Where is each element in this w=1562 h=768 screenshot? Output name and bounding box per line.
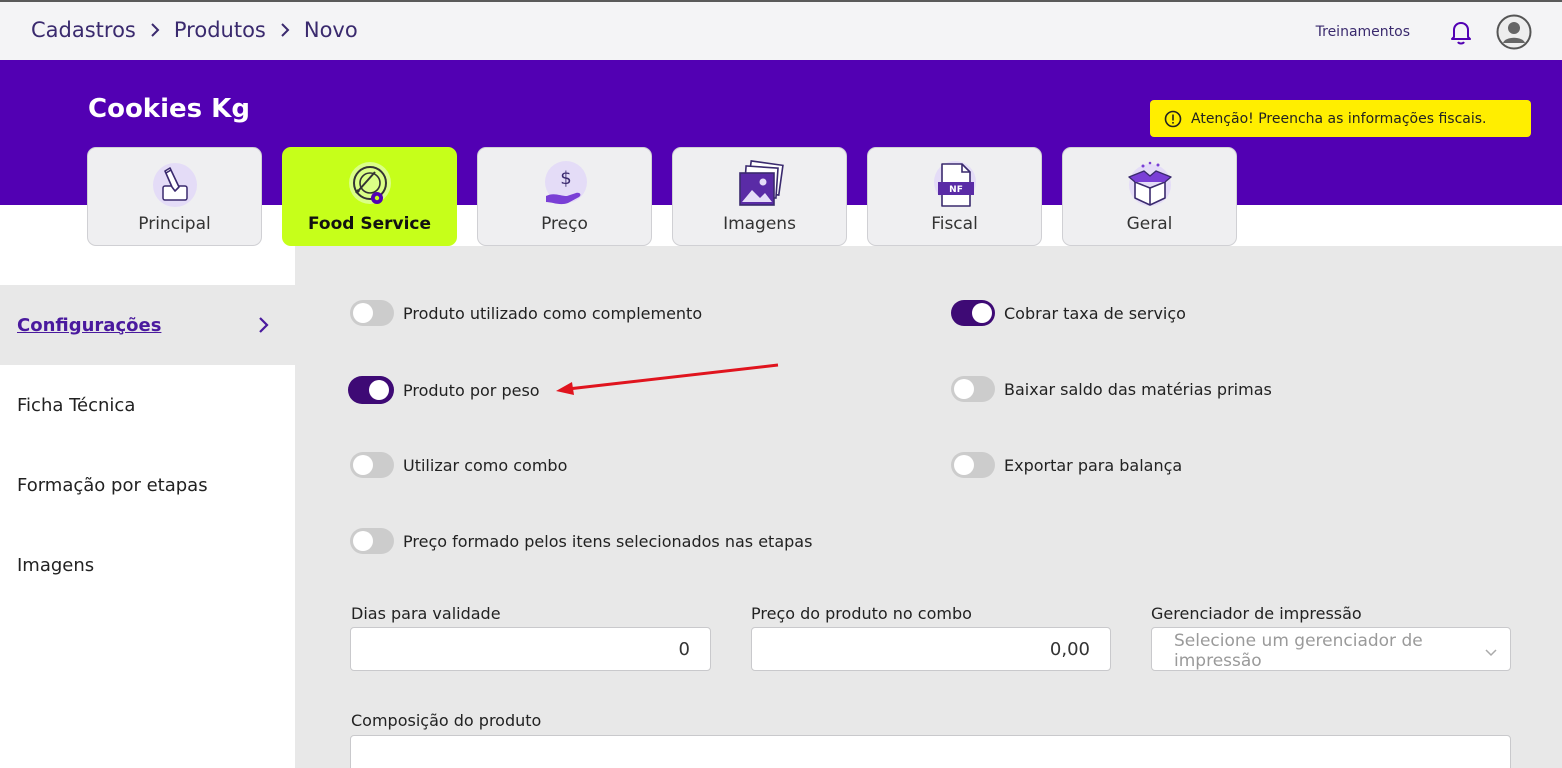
- preco-combo-label: Preço do produto no combo: [751, 604, 972, 623]
- chevron-right-icon: [278, 23, 292, 37]
- toggle-label: Produto utilizado como complemento: [403, 303, 703, 323]
- chevron-down-icon: [1484, 644, 1498, 657]
- bell-icon[interactable]: [1446, 17, 1476, 47]
- tab-label: Food Service: [307, 214, 432, 234]
- toggle-row-preco-etapas: Preço formado pelos itens selecionados n…: [350, 528, 812, 554]
- warning-text: Atenção! Preencha as informações fiscais…: [1191, 110, 1487, 127]
- taxa-servico-toggle[interactable]: [951, 300, 995, 326]
- complemento-toggle[interactable]: [350, 300, 394, 326]
- sidebar-item-label: Ficha Técnica: [17, 394, 136, 416]
- validade-value: 0: [678, 638, 690, 660]
- product-tabs: Principal Food Service $ Preço Imagens N…: [87, 147, 1257, 246]
- combo-toggle[interactable]: [350, 452, 394, 478]
- gerenciador-label: Gerenciador de impressão: [1151, 604, 1362, 623]
- toggle-label: Preço formado pelos itens selecionados n…: [403, 531, 813, 551]
- breadcrumb-cadastros[interactable]: Cadastros: [31, 18, 136, 42]
- chevron-right-icon: [257, 315, 271, 335]
- sidebar-item-label: Formação por etapas: [17, 474, 208, 496]
- user-avatar-icon[interactable]: [1496, 14, 1532, 50]
- composicao-label: Composição do produto: [351, 711, 542, 730]
- tab-label: Geral: [1126, 214, 1173, 234]
- validade-label: Dias para validade: [351, 604, 501, 623]
- tab-label: Preço: [541, 214, 588, 234]
- pencil-icon: [150, 160, 200, 210]
- training-link[interactable]: Treinamentos: [1316, 24, 1410, 40]
- toggle-row-combo: Utilizar como combo: [350, 452, 567, 478]
- breadcrumb: Cadastros Produtos Novo: [31, 18, 358, 42]
- gerenciador-select[interactable]: Selecione um gerenciador de impressão: [1151, 627, 1511, 671]
- toggle-row-peso: Produto por peso: [348, 376, 540, 404]
- tab-food-service[interactable]: Food Service: [282, 147, 457, 246]
- preco-combo-value: 0,00: [1049, 638, 1090, 660]
- top-bar: Cadastros Produtos Novo Treinamentos: [0, 0, 1562, 60]
- peso-toggle[interactable]: [348, 376, 394, 404]
- tab-label: Imagens: [723, 214, 796, 234]
- sidebar-item-label: Configurações: [17, 314, 162, 336]
- product-title: Cookies Kg: [88, 94, 250, 124]
- fiscal-warning-banner[interactable]: Atenção! Preencha as informações fiscais…: [1150, 100, 1531, 137]
- exportar-balanca-toggle[interactable]: [951, 452, 995, 478]
- sidebar-item-imagens[interactable]: Imagens: [0, 525, 295, 605]
- baixar-saldo-toggle[interactable]: [951, 376, 995, 402]
- alert-circle-icon: [1164, 110, 1182, 128]
- sidebar-item-ficha-tecnica[interactable]: Ficha Técnica: [0, 365, 295, 445]
- tab-principal[interactable]: Principal: [87, 147, 262, 246]
- toggle-label: Baixar saldo das matérias primas: [1004, 379, 1272, 399]
- toggle-row-baixar-saldo: Baixar saldo das matérias primas: [951, 376, 1272, 402]
- tab-imagens[interactable]: Imagens: [672, 147, 847, 246]
- sidebar-item-formacao-etapas[interactable]: Formação por etapas: [0, 445, 295, 525]
- preco-combo-input[interactable]: 0,00: [751, 627, 1111, 671]
- tab-label: Fiscal: [931, 214, 978, 234]
- validade-input[interactable]: 0: [350, 627, 711, 671]
- tab-preco[interactable]: $ Preço: [477, 147, 652, 246]
- chevron-right-icon: [148, 23, 162, 37]
- sidebar-item-label: Imagens: [17, 554, 95, 576]
- gerenciador-placeholder: Selecione um gerenciador de impressão: [1174, 631, 1423, 671]
- preco-etapas-toggle[interactable]: [350, 528, 394, 554]
- toggle-label: Cobrar taxa de serviço: [1004, 303, 1186, 323]
- toggle-label: Produto por peso: [403, 380, 540, 400]
- annotation-arrow-icon: [556, 363, 779, 395]
- composicao-textarea[interactable]: [350, 735, 1511, 768]
- breadcrumb-novo: Novo: [303, 18, 358, 42]
- toggle-row-taxa-servico: Cobrar taxa de serviço: [951, 300, 1186, 326]
- tab-fiscal[interactable]: NF Fiscal: [867, 147, 1042, 246]
- plate-gear-icon: [345, 160, 395, 210]
- hand-dollar-icon: $: [540, 160, 590, 210]
- sidebar: Configurações Ficha Técnica Formação por…: [0, 246, 295, 768]
- toggle-label: Utilizar como combo: [403, 455, 568, 475]
- svg-text:NF: NF: [949, 185, 963, 195]
- tab-geral[interactable]: Geral: [1062, 147, 1237, 246]
- nf-document-icon: NF: [930, 160, 980, 210]
- tab-label: Principal: [138, 214, 211, 234]
- sidebar-item-configuracoes[interactable]: Configurações: [0, 285, 295, 365]
- toggle-row-exportar-balanca: Exportar para balança: [951, 452, 1182, 478]
- images-icon: [735, 160, 785, 210]
- breadcrumb-produtos[interactable]: Produtos: [174, 18, 266, 42]
- box-icon: [1125, 160, 1175, 210]
- toggle-row-complemento: Produto utilizado como complemento: [350, 300, 702, 326]
- svg-text:$: $: [560, 168, 571, 189]
- toggle-label: Exportar para balança: [1004, 455, 1183, 475]
